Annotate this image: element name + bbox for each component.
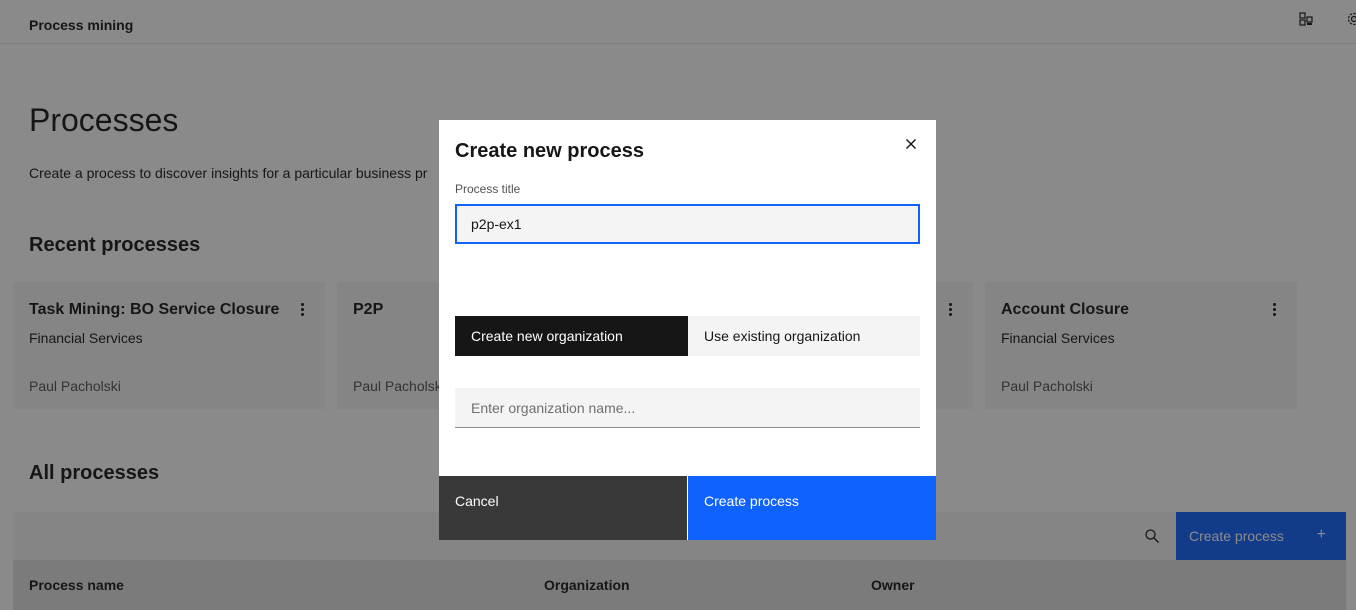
create-new-organization-tab[interactable]: Create new organization [455, 316, 688, 356]
use-existing-organization-tab[interactable]: Use existing organization [688, 316, 920, 356]
organization-name-input[interactable] [455, 388, 920, 428]
create-process-submit-button[interactable]: Create process [688, 476, 936, 540]
cancel-button[interactable]: Cancel [439, 476, 687, 540]
create-process-modal: Create new process Process title Create … [439, 120, 936, 540]
process-title-input[interactable] [455, 204, 920, 244]
process-title-label: Process title [455, 182, 521, 196]
close-icon[interactable] [903, 136, 919, 152]
modal-title: Create new process [455, 140, 644, 162]
